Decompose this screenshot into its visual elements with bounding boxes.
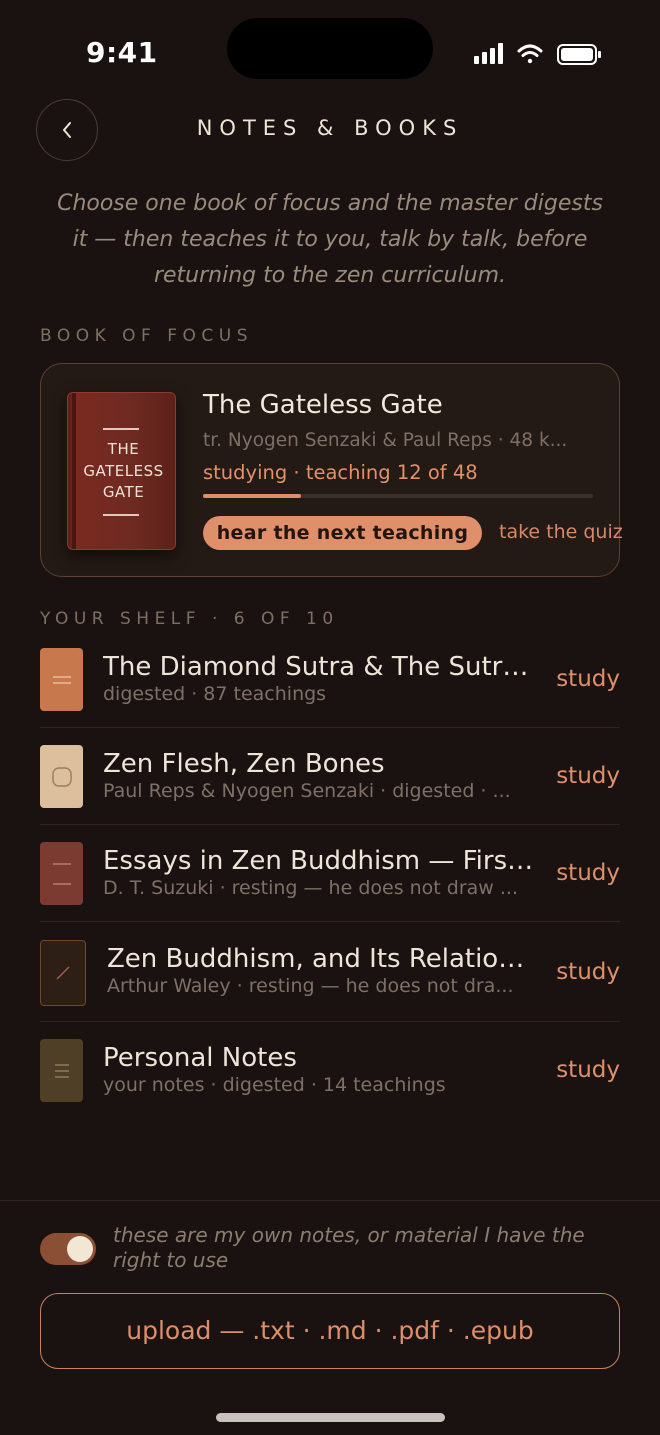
shelf-item-title: Personal Notes	[103, 1043, 297, 1073]
signal-icon	[474, 43, 503, 64]
study-button[interactable]: study	[556, 666, 620, 692]
cover-rule-top	[103, 428, 139, 430]
battery-icon	[557, 44, 601, 65]
book-cover-thumb	[40, 940, 86, 1006]
focus-book-title: The Gateless Gate	[203, 390, 443, 420]
cover-rule-bottom	[103, 514, 139, 516]
focus-book-status: studying · teaching 12 of 48	[203, 461, 478, 484]
study-button[interactable]: study	[556, 1057, 620, 1083]
rights-confirmation-text: these are my own notes, or material I ha…	[113, 1223, 585, 1272]
rights-toggle[interactable]	[40, 1233, 96, 1265]
shelf-item[interactable]: The Diamond Sutra & The Sutra... digeste…	[40, 632, 620, 728]
study-button[interactable]: study	[556, 959, 620, 985]
shelf-item-meta: your notes · digested · 14 teachings	[103, 1074, 446, 1096]
shelf-item[interactable]: Personal Notes your notes · digested · 1…	[40, 1023, 620, 1119]
circle-icon	[51, 766, 72, 787]
shelf-section-label: YOUR SHELF · 6 OF 10	[40, 609, 339, 629]
shelf-item[interactable]: Zen Flesh, Zen Bones Paul Reps & Nyogen …	[40, 729, 620, 825]
intro-text: Choose one book of focus and the master …	[57, 191, 603, 288]
upload-button[interactable]: upload — .txt · .md · .pdf · .epub	[40, 1293, 620, 1369]
progress-bar	[203, 494, 593, 498]
cover-text: THE GATELESS GATE	[83, 440, 164, 501]
shelf-item-title: Zen Flesh, Zen Bones	[103, 749, 385, 779]
lines-icon	[52, 675, 71, 684]
screen: 9:41 NOTES & BOOKS Choose one book of fo…	[0, 0, 660, 1435]
focus-book-cover: THE GATELESS GATE	[67, 392, 176, 550]
focus-book-card: THE GATELESS GATE The Gateless Gate tr. …	[40, 363, 623, 577]
study-button[interactable]: study	[556, 860, 620, 886]
wifi-icon	[517, 44, 543, 64]
shelf-item-meta: Arthur Waley · resting — he does not dra…	[107, 975, 514, 997]
progress-fill	[203, 494, 301, 498]
shelf-item[interactable]: Zen Buddhism, and Its Relation... Arthur…	[40, 923, 620, 1022]
shelf-item-meta: Paul Reps & Nyogen Senzaki · digested · …	[103, 780, 511, 802]
study-button[interactable]: study	[556, 763, 620, 789]
book-cover-thumb	[40, 745, 83, 808]
status-time: 9:41	[86, 36, 158, 69]
focus-section-label: BOOK OF FOCUS	[40, 326, 254, 346]
home-indicator	[216, 1413, 445, 1422]
take-quiz-link[interactable]: take the quiz	[499, 521, 623, 543]
book-cover-thumb	[40, 842, 83, 905]
footer-divider	[0, 1200, 660, 1201]
lines-icon	[54, 1063, 69, 1078]
lines-icon	[52, 862, 71, 885]
shelf-item[interactable]: Essays in Zen Buddhism — First... D. T. …	[40, 826, 620, 922]
shelf-item-title: The Diamond Sutra & The Sutra...	[103, 652, 535, 682]
shelf-item-meta: D. T. Suzuki · resting — he does not dra…	[103, 877, 519, 899]
focus-book-author: tr. Nyogen Senzaki & Paul Reps · 48 k...	[203, 430, 568, 451]
status-icons	[472, 40, 602, 70]
book-cover-thumb	[40, 648, 83, 711]
shelf-item-title: Zen Buddhism, and Its Relation...	[107, 944, 535, 974]
slash-icon	[56, 966, 70, 980]
toggle-knob	[67, 1236, 93, 1262]
dynamic-island	[227, 18, 433, 79]
shelf-item-meta: digested · 87 teachings	[103, 683, 327, 705]
hear-next-teaching-button[interactable]: hear the next teaching	[203, 516, 482, 550]
page-title: NOTES & BOOKS	[196, 116, 464, 140]
shelf-item-title: Essays in Zen Buddhism — First...	[103, 846, 535, 876]
book-cover-thumb	[40, 1039, 83, 1102]
